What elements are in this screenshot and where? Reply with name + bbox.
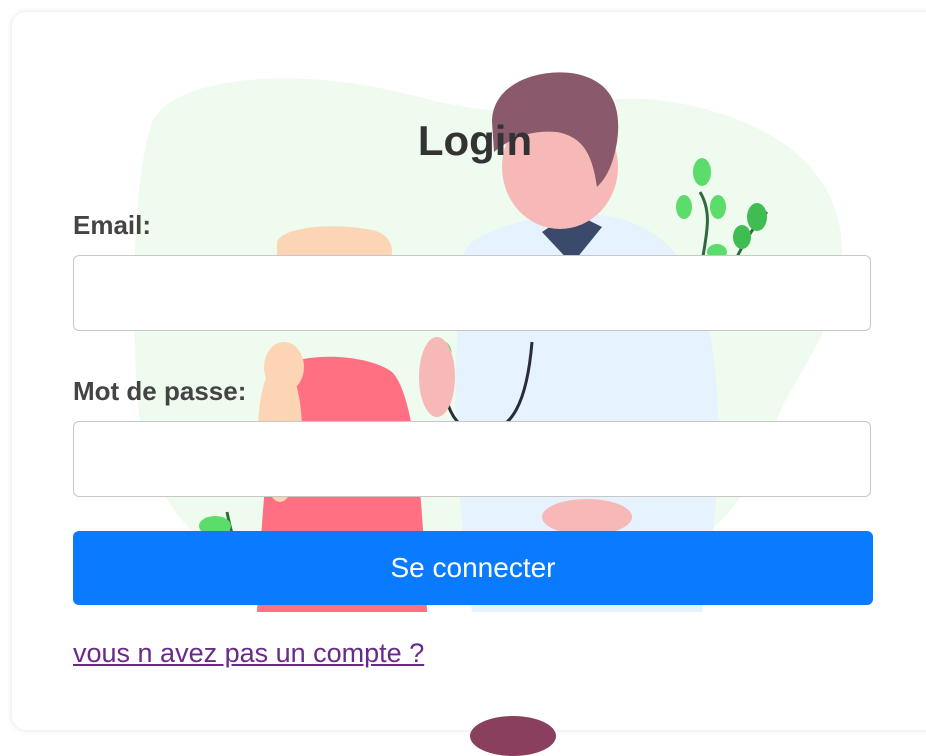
password-label: Mot de passe: bbox=[73, 376, 247, 406]
login-button[interactable]: Se connecter bbox=[73, 531, 873, 605]
email-input[interactable] bbox=[73, 255, 871, 331]
page-title: Login bbox=[417, 117, 533, 164]
signup-link[interactable]: vous n avez pas un compte ? bbox=[73, 637, 424, 669]
email-label: Email: bbox=[73, 210, 152, 240]
login-form: Login Email: Mot de passe: Se connecter … bbox=[12, 12, 926, 730]
password-input[interactable] bbox=[73, 421, 871, 497]
login-card: Login Email: Mot de passe: Se connecter … bbox=[12, 12, 926, 730]
